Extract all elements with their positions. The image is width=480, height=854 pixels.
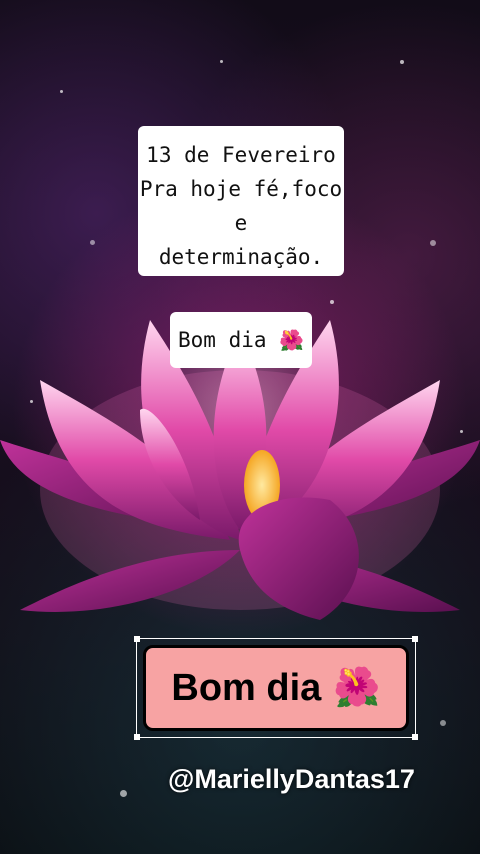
hibiscus-icon: 🌺 — [333, 667, 381, 709]
sparkle — [440, 720, 446, 726]
resize-handle-top-left[interactable] — [134, 636, 140, 642]
date-line: 13 de Fevereiro — [146, 143, 336, 167]
sparkle — [400, 60, 404, 64]
sparkle — [120, 790, 127, 797]
sticker-body: Bom dia 🌺 — [143, 645, 409, 731]
bom-dia-sticker[interactable]: Bom dia 🌺 — [134, 636, 418, 740]
sparkle — [330, 300, 334, 304]
sticker-label: Bom dia — [171, 666, 322, 709]
resize-handle-bottom-right[interactable] — [412, 734, 418, 740]
message-line-1: Pra hoje fé,foco e — [139, 177, 343, 235]
sparkle — [60, 90, 63, 93]
sparkle — [30, 400, 33, 403]
message-line-2: determinação. — [158, 245, 324, 269]
sparkle — [90, 240, 95, 245]
sparkle — [430, 240, 436, 246]
resize-handle-top-right[interactable] — [412, 636, 418, 642]
date-message-card: 13 de Fevereiro Pra hoje fé,foco e deter… — [138, 126, 344, 276]
greeting-label: Bom dia — [178, 328, 267, 352]
sparkle — [460, 430, 463, 433]
sparkle — [220, 60, 223, 63]
username-watermark: @MariellyDantas17 — [168, 764, 415, 794]
resize-handle-bottom-left[interactable] — [134, 734, 140, 740]
greeting-card: Bom dia 🌺 — [170, 312, 312, 368]
hibiscus-icon: 🌺 — [279, 328, 304, 352]
